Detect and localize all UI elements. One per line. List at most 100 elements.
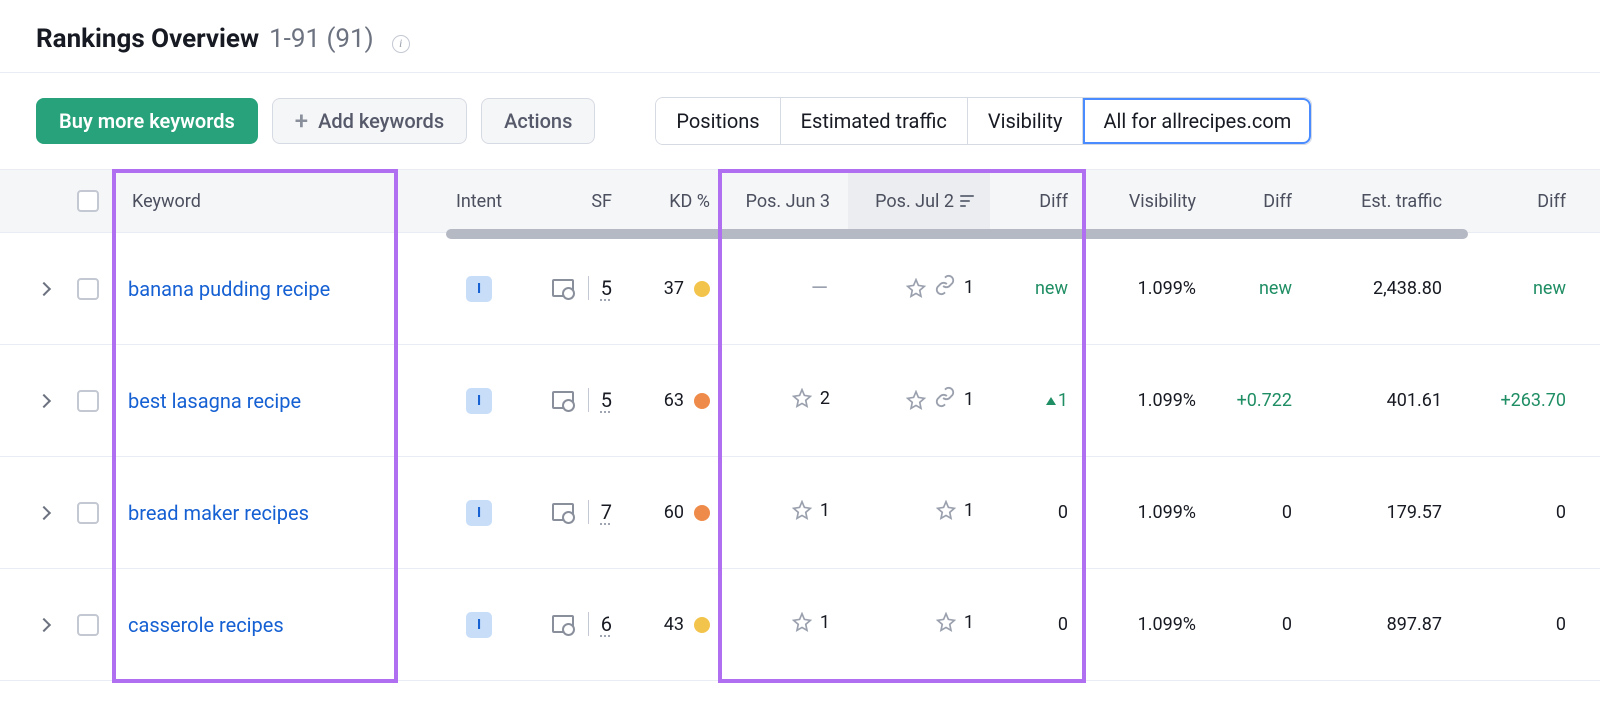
keyword-link[interactable]: best lasagna recipe [128, 389, 301, 413]
expand-icon[interactable] [37, 618, 51, 632]
toolbar: Buy more keywords + Add keywords Actions… [0, 73, 1600, 169]
page-title: Rankings Overview [36, 24, 259, 54]
kd-dot-icon [694, 393, 710, 409]
keyword-link[interactable]: bread maker recipes [128, 501, 309, 525]
star-icon [906, 390, 926, 410]
visibility-value: 1.099% [1138, 278, 1196, 299]
pos1-value: 1 [820, 612, 830, 633]
add-keywords-button[interactable]: + Add keywords [272, 98, 467, 144]
plus-icon: + [295, 109, 308, 133]
pos2-value: 1 [964, 500, 974, 521]
pos1-value: 1 [820, 500, 830, 521]
col-diff[interactable]: Diff [990, 191, 1088, 212]
est-traffic-value: 897.87 [1387, 614, 1442, 635]
sf-count[interactable]: 6 [588, 612, 612, 636]
tab-estimated-traffic[interactable]: Estimated traffic [781, 98, 968, 144]
arrow-up-icon [1046, 397, 1056, 405]
pos2-value: 1 [964, 277, 974, 298]
col-pos-jul2-label: Pos. Jul 2 [875, 191, 954, 212]
info-icon[interactable]: i [392, 35, 410, 53]
table-row: bread maker recipesI7601101.099%0179.570 [0, 457, 1600, 569]
est-traffic-value: 179.57 [1387, 502, 1442, 523]
diff-value: new [1035, 278, 1068, 299]
link-icon [934, 274, 956, 301]
select-all-checkbox[interactable] [77, 190, 99, 212]
vis-diff-value: 0 [1282, 614, 1292, 635]
vis-diff-value: 0 [1282, 502, 1292, 523]
col-kd[interactable]: KD % [620, 191, 732, 212]
visibility-value: 1.099% [1138, 614, 1196, 635]
keyword-link[interactable]: banana pudding recipe [128, 277, 330, 301]
est-traffic-value: 401.61 [1387, 390, 1442, 411]
col-visibility[interactable]: Visibility [1088, 191, 1206, 212]
col-sf[interactable]: SF [522, 191, 620, 212]
link-icon [934, 386, 956, 413]
visibility-value: 1.099% [1138, 502, 1196, 523]
kd-dot-icon [694, 617, 710, 633]
actions-button[interactable]: Actions [481, 98, 595, 144]
col-pos-jul2[interactable]: Pos. Jul 2 [848, 170, 990, 232]
diff-value: 0 [1058, 614, 1068, 635]
serp-features-icon[interactable] [552, 391, 574, 409]
row-checkbox[interactable] [77, 614, 99, 636]
rankings-table: Keyword Intent SF KD % Pos. Jun 3 Pos. J… [0, 169, 1600, 681]
sf-count[interactable]: 7 [588, 500, 612, 524]
result-range: 1-91 (91) [269, 24, 374, 54]
tab-visibility[interactable]: Visibility [968, 98, 1084, 144]
col-keyword[interactable]: Keyword [116, 191, 436, 212]
view-segmented-control: Positions Estimated traffic Visibility A… [655, 97, 1312, 145]
col-est-traffic[interactable]: Est. traffic [1312, 191, 1462, 212]
star-icon [936, 500, 956, 520]
table-row: casserole recipesI6431101.099%0897.870 [0, 569, 1600, 681]
tab-all-domain[interactable]: All for allrecipes.com [1083, 98, 1311, 144]
intent-badge: I [466, 388, 492, 414]
expand-icon[interactable] [37, 506, 51, 520]
row-checkbox[interactable] [77, 390, 99, 412]
sf-count[interactable]: 5 [588, 388, 612, 412]
dash-icon: — [811, 276, 830, 301]
serp-features-icon[interactable] [552, 503, 574, 521]
col-est-diff[interactable]: Diff [1462, 191, 1600, 212]
tab-positions[interactable]: Positions [656, 98, 780, 144]
sort-icon [960, 195, 974, 207]
kd-value: 63 [664, 390, 684, 411]
kd-value: 37 [664, 278, 684, 299]
expand-icon[interactable] [37, 394, 51, 408]
kd-dot-icon [694, 281, 710, 297]
keyword-link[interactable]: casserole recipes [128, 613, 284, 637]
table-header-row: Keyword Intent SF KD % Pos. Jun 3 Pos. J… [0, 169, 1600, 233]
star-icon [792, 388, 812, 408]
intent-badge: I [466, 612, 492, 638]
serp-features-icon[interactable] [552, 615, 574, 633]
kd-dot-icon [694, 505, 710, 521]
table-row: banana pudding recipe I 5 37 — 1 new 1.099% new 2… [0, 233, 1600, 345]
kd-value: 60 [664, 502, 684, 523]
table-row: best lasagna recipeI5632111.099%+0.72240… [0, 345, 1600, 457]
star-icon [792, 612, 812, 632]
buy-keywords-button[interactable]: Buy more keywords [36, 98, 258, 144]
col-intent[interactable]: Intent [436, 191, 522, 212]
intent-badge: I [466, 276, 492, 302]
serp-features-icon[interactable] [552, 279, 574, 297]
star-icon [792, 500, 812, 520]
row-checkbox[interactable] [77, 502, 99, 524]
col-pos-jun3[interactable]: Pos. Jun 3 [732, 191, 848, 212]
est-diff-value: new [1533, 278, 1566, 299]
pos2-value: 1 [964, 612, 974, 633]
vis-diff-value: new [1259, 278, 1292, 299]
sf-count[interactable]: 5 [588, 276, 612, 300]
visibility-value: 1.099% [1138, 390, 1196, 411]
pos2-value: 1 [964, 389, 974, 410]
intent-badge: I [466, 500, 492, 526]
star-icon [936, 612, 956, 632]
star-icon [906, 278, 926, 298]
row-checkbox[interactable] [77, 278, 99, 300]
diff-value: 1 [1046, 390, 1068, 411]
col-vis-diff[interactable]: Diff [1206, 191, 1312, 212]
kd-value: 43 [664, 614, 684, 635]
expand-icon[interactable] [37, 282, 51, 296]
page-header: Rankings Overview 1-91 (91) i [0, 0, 1600, 73]
est-traffic-value: 2,438.80 [1373, 278, 1442, 299]
est-diff-value: 0 [1556, 502, 1566, 523]
add-keywords-label: Add keywords [318, 109, 444, 133]
